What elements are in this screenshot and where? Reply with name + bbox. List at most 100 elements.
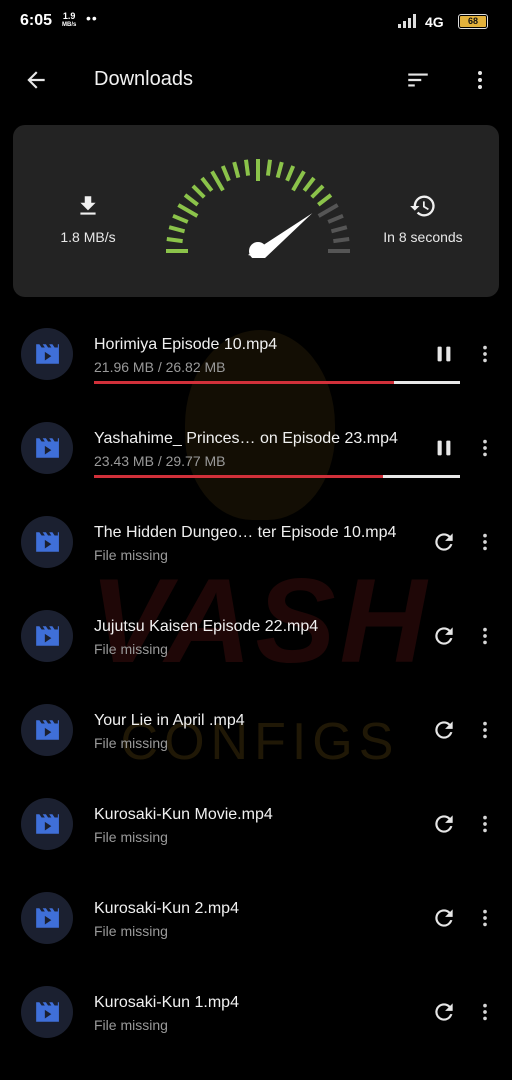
item-more-button[interactable] [472,714,498,746]
download-item[interactable]: Horimiya Episode 10.mp4 21.96 MB / 26.82 … [0,308,512,402]
item-more-button[interactable] [472,620,498,652]
gauge-tick [310,184,325,199]
more-vert-icon [483,721,487,739]
gauge-tick [333,237,350,244]
download-status: 23.43 MB / 29.77 MB [94,453,226,469]
gauge-tick [191,184,206,199]
download-status: File missing [94,735,168,751]
gauge-tick [177,203,199,218]
download-file-name: Kurosaki-Kun 1.mp4 [94,994,239,1011]
video-file-icon [36,814,59,834]
more-vert-icon [478,71,482,89]
more-vert-icon [483,439,487,457]
sort-icon [408,73,428,87]
pause-icon [437,346,451,362]
video-thumbnail [21,516,73,568]
gauge-tick [285,165,296,182]
video-file-icon [36,626,59,646]
download-status: File missing [94,641,168,657]
item-more-button[interactable] [472,432,498,464]
retry-button[interactable] [428,808,460,840]
status-net-speed-value: 1.9 [62,11,76,21]
refresh-icon [435,533,453,551]
gauge-tick [200,176,214,192]
download-item[interactable]: Kurosaki-Kun Movie.mp4 File missing [0,778,512,872]
download-status: 21.96 MB / 26.82 MB [94,359,226,375]
retry-button[interactable] [428,526,460,558]
download-speed-stat: 1.8 MB/s [23,191,153,245]
refresh-icon [435,721,453,739]
gauge-tick [166,237,183,244]
item-more-button[interactable] [472,526,498,558]
arrow-left-icon [27,71,45,89]
signal-icon [398,14,416,28]
download-status: File missing [94,547,168,563]
more-vert-icon [483,815,487,833]
video-file-icon [36,1002,59,1022]
video-file-icon [36,344,59,364]
video-file-icon [36,532,59,552]
pause-icon [437,440,451,456]
download-item[interactable]: Kurosaki-Kun 2.mp4 File missing [0,872,512,966]
gauge-tick [168,225,186,234]
gauge-tick [330,225,348,234]
download-item[interactable]: The Hidden Dungeo… ter Episode 10.mp4 Fil… [0,496,512,590]
sort-button[interactable] [400,62,436,98]
download-progress-bar [94,475,460,478]
download-progress-fill [94,475,384,478]
download-status: File missing [94,923,168,939]
item-more-button[interactable] [472,808,498,840]
more-vert-icon [483,627,487,645]
video-file-icon [36,720,59,740]
refresh-icon [435,1003,453,1021]
download-status: File missing [94,829,168,845]
item-more-button[interactable] [472,902,498,934]
refresh-icon [435,627,453,645]
refresh-icon [435,909,453,927]
download-item[interactable]: Your Lie in April .mp4 File missing [0,684,512,778]
gauge-tick [317,193,333,207]
download-item[interactable]: Jujutsu Kaisen Episode 22.mp4 File missin… [0,590,512,684]
gauge-tick [210,170,225,192]
retry-button[interactable] [428,902,460,934]
download-status: File missing [94,1017,168,1033]
video-thumbnail [21,704,73,756]
refresh-icon [435,815,453,833]
item-more-button[interactable] [472,338,498,370]
pause-button[interactable] [428,338,460,370]
download-item[interactable]: Yashahime_ Princes… on Episode 23.mp4 23.… [0,402,512,496]
overflow-menu-button[interactable] [462,62,498,98]
pause-button[interactable] [428,432,460,464]
gauge-tick [291,170,306,192]
gauge-tick [183,193,199,207]
video-thumbnail [21,422,73,474]
back-button[interactable] [18,62,54,98]
download-icon [80,196,96,215]
download-speed-value: 1.8 MB/s [60,229,116,245]
video-thumbnail [21,328,73,380]
download-item[interactable]: Kurosaki-Kun 1.mp4 File missing [0,966,512,1060]
battery-icon: 68 [458,14,488,29]
eta-stat: In 8 seconds [358,191,488,245]
retry-button[interactable] [428,714,460,746]
gauge-tick [244,159,251,176]
video-thumbnail [21,798,73,850]
speed-card: 1.8 MB/s In 8 seconds [13,125,499,297]
history-icon [410,195,435,217]
gauge-tick [302,176,316,192]
gauge-tick [220,165,231,182]
item-more-button[interactable] [472,996,498,1028]
speed-gauge [166,159,350,258]
eta-value: In 8 seconds [383,229,463,245]
app-bar: Downloads [0,52,512,108]
status-time: 6:05 [20,12,53,29]
retry-button[interactable] [428,996,460,1028]
gauge-tick [317,203,339,218]
status-network-type: 4G [425,14,444,30]
download-file-name: Kurosaki-Kun Movie.mp4 [94,806,273,823]
retry-button[interactable] [428,620,460,652]
download-file-name: Your Lie in April .mp4 [94,712,245,729]
status-bar: 6:05 1.9 MB/s •• 4G 68 [0,0,512,44]
download-file-name: Jujutsu Kaisen Episode 22.mp4 [94,618,319,635]
battery-level: 68 [460,16,486,27]
